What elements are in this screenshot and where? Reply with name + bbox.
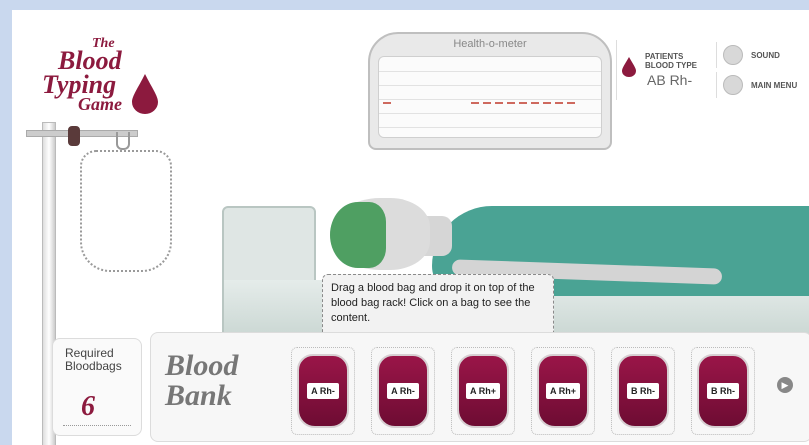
gear-icon — [723, 75, 743, 95]
health-o-meter: Health-o-meter — [368, 32, 612, 150]
blood-drop-icon — [622, 57, 636, 77]
blood-bag-body: A Rh+ — [537, 354, 589, 428]
blood-bank-title: Blood Bank — [165, 351, 238, 411]
required-bloodbags-panel: Required Bloodbags 6 — [52, 338, 142, 436]
main-menu-label: MAIN MENU — [751, 80, 798, 90]
patient-blood-type-label: PATIENTS BLOOD TYPE — [645, 52, 698, 70]
blood-bag-body: A Rh- — [297, 354, 349, 428]
sound-label: SOUND — [751, 50, 780, 60]
blood-bag-label: A Rh+ — [546, 383, 580, 399]
blood-bag[interactable]: A Rh+ — [451, 347, 515, 435]
blood-bag[interactable]: B Rh- — [611, 347, 675, 435]
blood-bag-rack-dropzone[interactable] — [80, 150, 172, 272]
sound-button[interactable]: SOUND — [716, 42, 806, 68]
blood-bank-title-line2: Bank — [165, 379, 232, 412]
blood-bank-panel: Blood Bank A Rh- A Rh- A Rh+ A Rh+ B Rh- B Rh… — [150, 332, 809, 442]
patient-hair — [330, 202, 386, 268]
next-arrow-icon[interactable]: ▶ — [777, 377, 793, 393]
blood-bag-body: A Rh- — [377, 354, 429, 428]
iv-knob — [68, 126, 80, 146]
patient-blood-type-panel: PATIENTS BLOOD TYPE AB Rh- — [616, 40, 709, 100]
blood-bag-body: B Rh- — [697, 354, 749, 428]
patient-blood-type-value: AB Rh- — [647, 72, 693, 88]
blood-bank-title-line1: Blood — [165, 349, 239, 382]
logo-word-game: Game — [78, 94, 122, 114]
meter-title: Health-o-meter — [453, 38, 527, 50]
divider — [63, 425, 131, 426]
required-bloodbags-count: 6 — [81, 391, 95, 422]
game-stage: The Blood Typing Game Health-o-meter PAT… — [12, 10, 809, 445]
blood-bag-label: B Rh- — [627, 383, 659, 399]
health-trace — [383, 102, 577, 104]
blood-bag-label: B Rh- — [707, 383, 739, 399]
instruction-tooltip: Drag a blood bag and drop it on top of t… — [322, 274, 554, 338]
blood-bag-label: A Rh- — [307, 383, 339, 399]
meter-screen — [378, 56, 602, 138]
iv-hook — [116, 132, 130, 150]
blood-drop-icon — [132, 74, 158, 114]
blood-bag-label: A Rh- — [387, 383, 419, 399]
blood-bag[interactable]: A Rh- — [291, 347, 355, 435]
blood-bag-body: A Rh+ — [457, 354, 509, 428]
blood-bag[interactable]: B Rh- — [691, 347, 755, 435]
required-bloodbags-label: Required Bloodbags — [65, 346, 122, 373]
speaker-icon — [723, 45, 743, 65]
blood-bag-body: B Rh- — [617, 354, 669, 428]
main-menu-button[interactable]: MAIN MENU — [716, 72, 806, 98]
blood-bag[interactable]: A Rh- — [371, 347, 435, 435]
blood-bag[interactable]: A Rh+ — [531, 347, 595, 435]
game-logo: The Blood Typing Game — [38, 32, 158, 122]
blood-bag-list: A Rh- A Rh- A Rh+ A Rh+ B Rh- B Rh- — [291, 347, 755, 435]
blood-bag-label: A Rh+ — [466, 383, 500, 399]
